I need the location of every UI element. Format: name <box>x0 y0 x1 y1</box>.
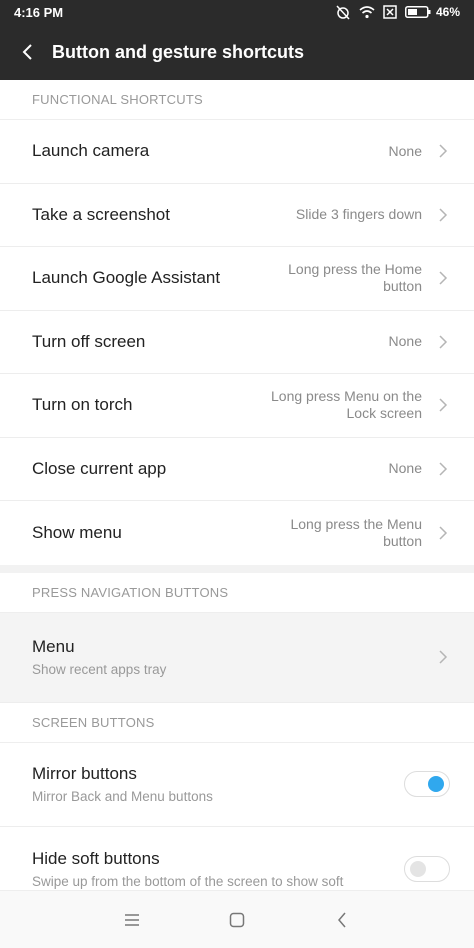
nav-home-icon <box>229 912 245 927</box>
item-texts: Menu Show recent apps tray <box>32 637 166 677</box>
alarm-off-icon <box>336 5 350 20</box>
status-icons: 46% <box>335 4 460 20</box>
item-subtitle: Mirror Back and Menu buttons <box>32 789 213 804</box>
item-label: Menu <box>32 637 75 656</box>
shortcut-label: Launch Google Assistant <box>32 268 221 288</box>
back-arrow-icon <box>22 44 32 60</box>
chevron-right-icon <box>436 271 450 285</box>
wifi-icon <box>359 6 375 19</box>
section-header-navigation: PRESS NAVIGATION BUTTONS <box>0 572 474 613</box>
chevron-right-icon <box>436 335 450 349</box>
mirror-buttons-row[interactable]: Mirror buttons Mirror Back and Menu butt… <box>0 742 474 827</box>
system-nav-bar <box>0 890 474 948</box>
settings-list[interactable]: FUNCTIONAL SHORTCUTS Launch camera None … <box>0 80 474 890</box>
shortcut-value: Long press the Menu button <box>290 515 422 549</box>
shortcut-value: Long press Menu on the Lock screen <box>271 388 422 422</box>
item-label: Hide soft buttons <box>32 848 160 868</box>
chevron-right-icon <box>436 398 450 412</box>
shortcut-label: Close current app <box>32 458 167 478</box>
section-header-screen-buttons: SCREEN BUTTONS <box>0 702 474 743</box>
nav-back-icon <box>337 912 346 927</box>
item-texts: Mirror buttons Mirror Back and Menu butt… <box>32 764 213 804</box>
toggle-knob <box>410 860 426 877</box>
shortcut-label: Turn off screen <box>32 331 146 351</box>
nav-home-button[interactable] <box>217 900 257 940</box>
shortcut-launch-camera[interactable]: Launch camera None <box>0 120 474 184</box>
nav-button-menu[interactable]: Menu Show recent apps tray <box>0 612 474 703</box>
nav-menu-icon <box>125 913 140 926</box>
shortcut-value: None <box>388 460 422 477</box>
battery-indicator: 46% <box>404 5 460 19</box>
shortcut-label: Show menu <box>32 522 122 542</box>
no-sim-icon <box>383 5 397 19</box>
hide-soft-buttons-row[interactable]: Hide soft buttons Swipe up from the bott… <box>0 826 474 890</box>
shortcut-show-menu[interactable]: Show menu Long press the Menu button <box>0 501 474 565</box>
shortcut-turn-off-screen[interactable]: Turn off screen None <box>0 310 474 374</box>
item-texts: Hide soft buttons Swipe up from the bott… <box>32 849 343 889</box>
toggle-knob <box>428 776 444 792</box>
shortcut-label: Take a screenshot <box>32 204 170 224</box>
item-subtitle: Swipe up from the bottom of the screen t… <box>32 873 344 889</box>
chevron-right-icon <box>436 144 450 158</box>
section-header-functional: FUNCTIONAL SHORTCUTS <box>0 80 474 120</box>
chevron-right-icon <box>436 650 450 664</box>
battery-percent: 46% <box>435 5 460 19</box>
mirror-buttons-toggle[interactable] <box>404 771 450 797</box>
shortcut-value: Slide 3 fingers down <box>295 206 422 223</box>
chevron-right-icon <box>436 462 450 476</box>
status-bar: 4:16 PM 46% <box>0 0 474 24</box>
page-title: Button and gesture shortcuts <box>52 41 305 62</box>
status-time: 4:16 PM <box>14 4 64 20</box>
item-label: Mirror buttons <box>32 764 137 783</box>
nav-menu-button[interactable] <box>112 900 152 940</box>
shortcut-value: None <box>388 142 422 159</box>
shortcut-label: Turn on torch <box>32 395 133 415</box>
chevron-right-icon <box>436 526 450 540</box>
nav-back-button[interactable] <box>322 900 362 940</box>
shortcut-turn-on-torch[interactable]: Turn on torch Long press Menu on the Loc… <box>0 374 474 438</box>
chevron-right-icon <box>436 208 450 222</box>
title-bar: Button and gesture shortcuts <box>0 24 474 80</box>
shortcut-take-screenshot[interactable]: Take a screenshot Slide 3 fingers down <box>0 183 474 247</box>
shortcut-close-app[interactable]: Close current app None <box>0 437 474 501</box>
back-button[interactable] <box>0 24 56 80</box>
shortcut-value: Long press the Home button <box>288 261 422 295</box>
section-divider <box>0 564 474 573</box>
item-subtitle: Show recent apps tray <box>32 662 167 677</box>
shortcut-label: Launch camera <box>32 141 150 161</box>
shortcut-launch-assistant[interactable]: Launch Google Assistant Long press the H… <box>0 247 474 311</box>
battery-icon <box>404 6 431 18</box>
shortcut-value: None <box>388 333 422 350</box>
hide-soft-buttons-toggle[interactable] <box>404 855 450 882</box>
